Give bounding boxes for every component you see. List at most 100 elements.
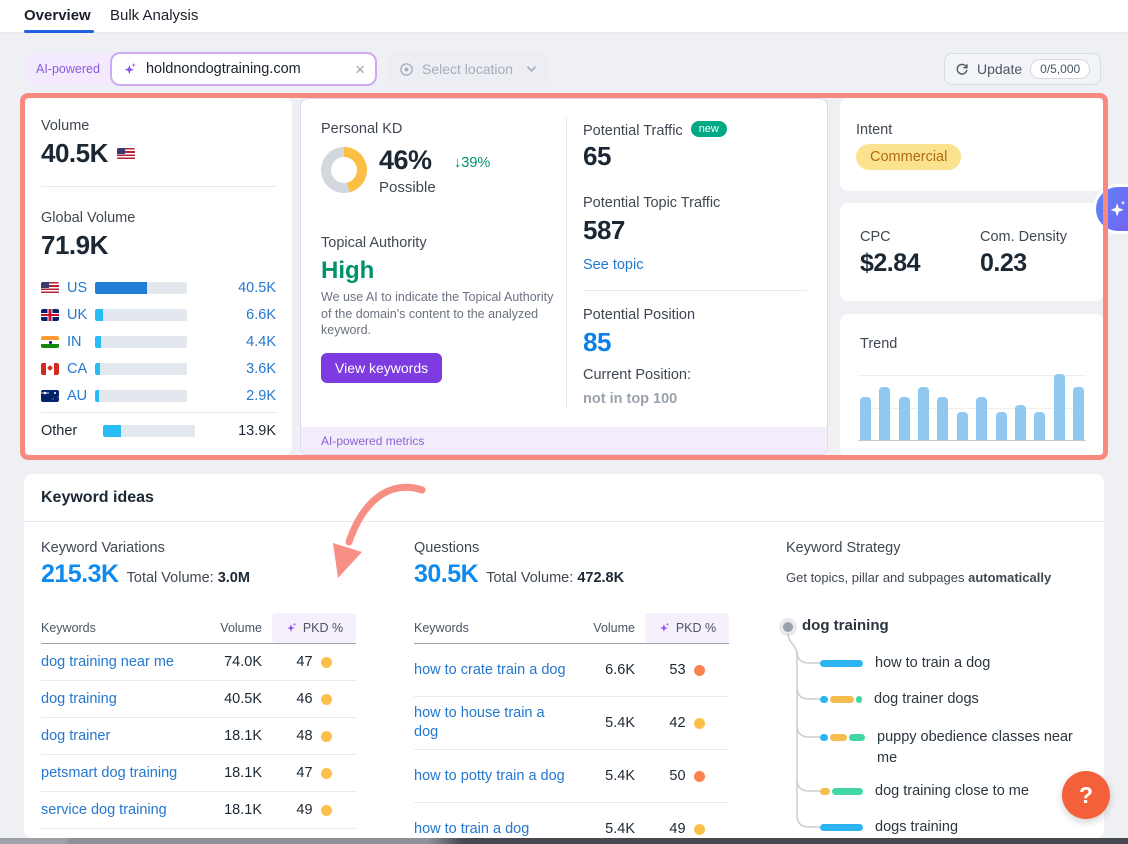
keyword-link[interactable]: petsmart dog training bbox=[41, 764, 177, 783]
strategy-subtitle: Get topics, pillar and subpages bbox=[786, 570, 968, 585]
trend-bar bbox=[1015, 405, 1026, 440]
country-link[interactable]: CA bbox=[67, 361, 95, 377]
country-link[interactable]: IN bbox=[67, 334, 95, 350]
pill-segment-blue bbox=[820, 660, 863, 667]
strategy-subpage-row[interactable]: how to train a dog bbox=[820, 653, 990, 674]
table-row: how to potty train a dog5.4K50 bbox=[414, 750, 729, 803]
search-input[interactable]: holdnondogtraining.com × bbox=[110, 52, 377, 86]
strategy-subpage-label[interactable]: dog trainer dogs bbox=[874, 689, 979, 710]
pkd-difficulty-dot bbox=[321, 768, 332, 779]
pkd-difficulty-dot bbox=[694, 665, 705, 676]
country-volume-row: UK6.6K bbox=[41, 301, 276, 328]
global-volume-value: 71.9K bbox=[41, 230, 108, 261]
clear-search-icon[interactable]: × bbox=[355, 61, 365, 78]
volume-cell: 18.1K bbox=[200, 728, 262, 744]
trend-bar bbox=[1073, 387, 1084, 440]
keyword-cell: dog training near me bbox=[41, 653, 200, 672]
trend-label: Trend bbox=[860, 336, 897, 352]
keyword-link[interactable]: dog training bbox=[41, 690, 117, 709]
refresh-icon bbox=[955, 62, 969, 76]
pkd-value: 47 bbox=[296, 654, 312, 670]
pkd-value: 42 bbox=[669, 715, 685, 731]
country-volume-row: CA3.6K bbox=[41, 355, 276, 382]
strategy-subpage-label[interactable]: how to train a dog bbox=[875, 653, 990, 674]
column-header-keywords[interactable]: Keywords bbox=[414, 621, 573, 635]
keyword-link[interactable]: how to potty train a dog bbox=[414, 767, 565, 786]
volume-card: Volume 40.5K Global Volume 71.9K US40.5K… bbox=[25, 98, 292, 455]
pkd-cell: 50 bbox=[645, 768, 729, 784]
table-row: service dog training18.1K49 bbox=[41, 792, 356, 829]
trend-bar bbox=[899, 397, 910, 440]
pill-segment-blue bbox=[820, 734, 828, 741]
pkd-cell: 49 bbox=[645, 821, 729, 837]
see-topic-link[interactable]: See topic bbox=[583, 257, 643, 273]
keyword-cell: how to train a dog bbox=[414, 820, 573, 839]
ai-powered-metrics-label: AI-powered metrics bbox=[321, 434, 424, 448]
column-header-keywords[interactable]: Keywords bbox=[41, 621, 200, 635]
pkd-cell: 47 bbox=[272, 654, 356, 670]
strategy-subpage-row[interactable]: dogs training bbox=[820, 817, 958, 838]
strategy-subpage-label[interactable]: puppy obedience classes near me bbox=[877, 727, 1082, 769]
keyword-link[interactable]: dog trainer bbox=[41, 727, 110, 746]
keyword-search-group: AI-powered holdnondogtraining.com × bbox=[24, 52, 377, 86]
volume-bar bbox=[95, 282, 187, 294]
uk-flag-icon bbox=[41, 309, 59, 321]
strategy-subtitle-bold: automatically bbox=[968, 570, 1051, 585]
questions-label: Questions bbox=[414, 540, 479, 556]
country-link[interactable]: AU bbox=[67, 388, 95, 404]
keyword-link[interactable]: how to train a dog bbox=[414, 820, 529, 839]
pkd-cell: 53 bbox=[645, 662, 729, 678]
update-label: Update bbox=[977, 61, 1022, 77]
update-button[interactable]: Update 0/5,000 bbox=[944, 53, 1101, 85]
pkd-difficulty-dot bbox=[694, 824, 705, 835]
column-header-pkd[interactable]: PKD % bbox=[645, 613, 729, 643]
strategy-subpage-row[interactable]: dog trainer dogs bbox=[820, 689, 979, 710]
tab-overview[interactable]: Overview bbox=[24, 7, 91, 24]
table-row: dog training40.5K46 bbox=[41, 681, 356, 718]
pkd-value: 47 bbox=[296, 765, 312, 781]
topical-authority-description: We use AI to indicate the Topical Author… bbox=[321, 289, 561, 339]
column-header-volume[interactable]: Volume bbox=[573, 621, 635, 635]
column-header-volume[interactable]: Volume bbox=[200, 621, 262, 635]
strategy-subpage-label[interactable]: dog training close to me bbox=[875, 781, 1029, 802]
pkd-value: 53 bbox=[669, 662, 685, 678]
keyword-cell: how to crate train a dog bbox=[414, 661, 573, 680]
keyword-link[interactable]: how to house train a dog bbox=[414, 704, 567, 742]
pkd-header-label: PKD % bbox=[676, 621, 716, 635]
keyword-link[interactable]: dog training near me bbox=[41, 653, 174, 672]
pill-segment-blue bbox=[820, 824, 863, 831]
country-link[interactable]: UK bbox=[67, 307, 95, 323]
volume-cell: 5.4K bbox=[573, 821, 635, 837]
strategy-subpage-label[interactable]: dogs training bbox=[875, 817, 958, 838]
table-row: dog training near me74.0K47 bbox=[41, 644, 356, 681]
view-keywords-button[interactable]: View keywords bbox=[321, 353, 442, 383]
volume-cell: 5.4K bbox=[573, 715, 635, 731]
country-volume-value: 4.4K bbox=[246, 334, 276, 350]
keyword-strategy-label: Keyword Strategy bbox=[786, 540, 900, 556]
location-select[interactable]: Select location bbox=[387, 52, 549, 86]
volume-bar bbox=[95, 390, 187, 402]
help-button[interactable]: ? bbox=[1062, 771, 1110, 819]
pill-segment-green bbox=[856, 696, 862, 703]
volume-cell: 6.6K bbox=[573, 662, 635, 678]
tab-bulk-analysis[interactable]: Bulk Analysis bbox=[110, 7, 198, 24]
trend-bar bbox=[957, 412, 968, 440]
pill-segment-blue bbox=[820, 696, 828, 703]
ca-flag-icon bbox=[41, 363, 59, 375]
strategy-subpage-row[interactable]: puppy obedience classes near me bbox=[820, 727, 1082, 769]
keyword-link[interactable]: how to crate train a dog bbox=[414, 661, 566, 680]
trend-bar-chart bbox=[858, 375, 1086, 441]
pkd-value: 50 bbox=[669, 768, 685, 784]
strategy-subpage-row[interactable]: dog training close to me bbox=[820, 781, 1029, 802]
pill-segment-yellow bbox=[820, 788, 830, 795]
column-header-pkd[interactable]: PKD % bbox=[272, 613, 356, 643]
country-volume-value: 2.9K bbox=[246, 388, 276, 404]
strategy-root-topic[interactable]: dog training bbox=[802, 617, 889, 634]
kd-level: Possible bbox=[379, 179, 436, 196]
trend-bar bbox=[1054, 374, 1065, 440]
country-volume-row: US40.5K bbox=[41, 274, 276, 301]
keyword-cell: service dog training bbox=[41, 801, 200, 820]
active-tab-indicator bbox=[24, 30, 94, 33]
country-link[interactable]: US bbox=[67, 280, 95, 296]
keyword-link[interactable]: service dog training bbox=[41, 801, 167, 820]
